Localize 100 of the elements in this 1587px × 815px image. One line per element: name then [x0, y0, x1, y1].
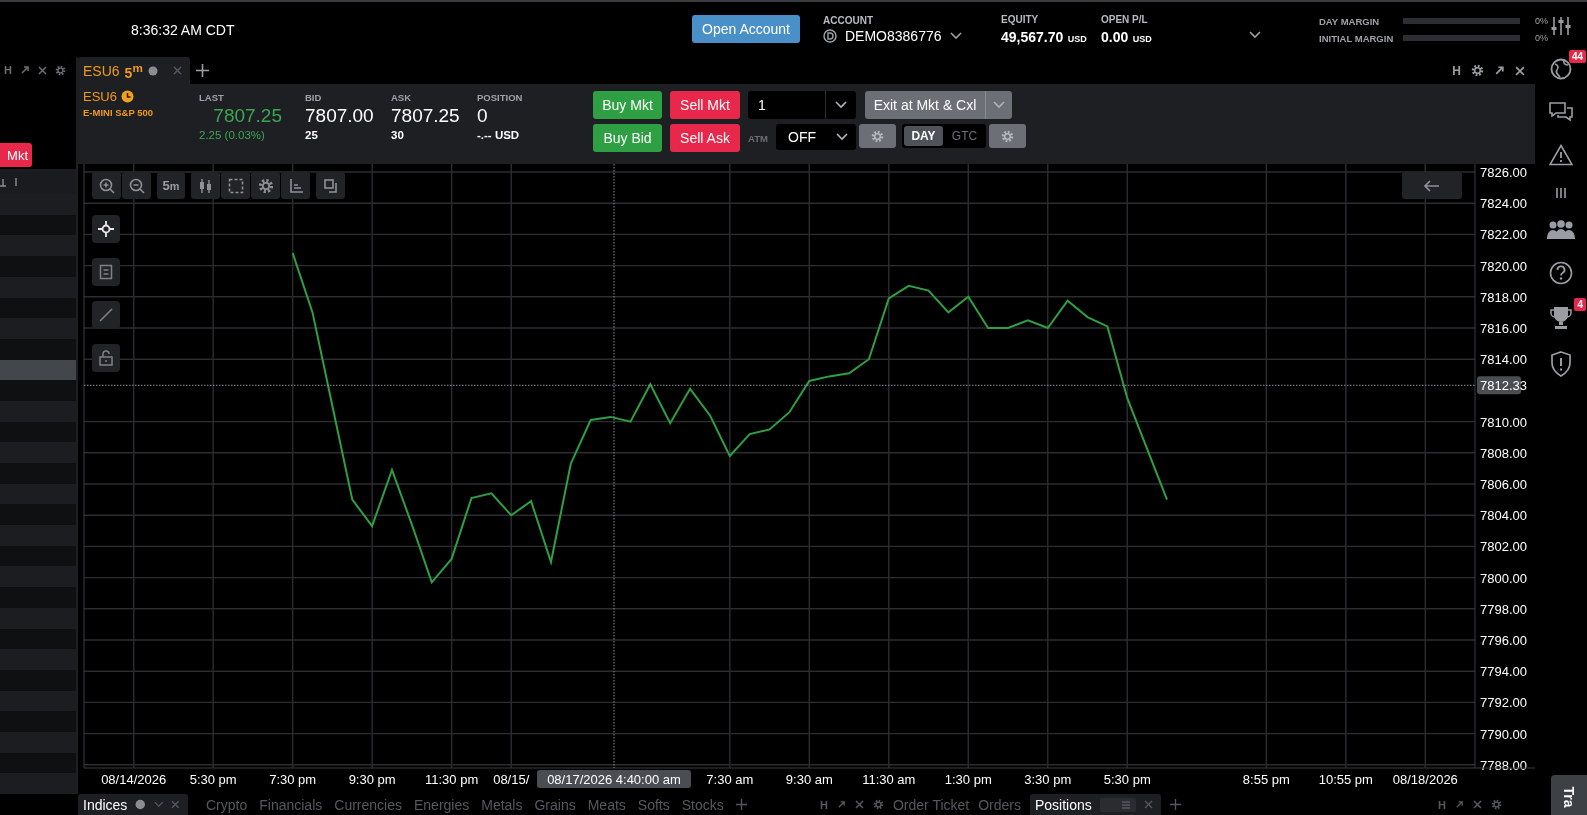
category-tab[interactable]: Meats	[587, 794, 626, 815]
sliders-icon[interactable]	[1550, 15, 1572, 37]
order-button[interactable]: Buy Mkt	[593, 91, 662, 119]
price-axis-label: 7822.00	[1480, 227, 1527, 243]
unlock-icon[interactable]	[92, 344, 120, 372]
quote-subvalue: 30	[391, 129, 405, 141]
notification-badge: 44	[1568, 50, 1586, 63]
bars-icon[interactable]	[1555, 187, 1567, 199]
currency-label: USD	[1132, 33, 1152, 44]
clock-time: 8:36:32 AM CDT	[130, 21, 236, 38]
chevron-down-icon[interactable]	[836, 133, 848, 141]
axis-icon[interactable]	[281, 172, 310, 199]
price-axis-label: 7802.00	[1480, 539, 1527, 555]
settings-icon[interactable]	[54, 64, 66, 76]
zoom-out-icon[interactable]	[122, 172, 151, 199]
shield-alert-icon[interactable]	[1550, 351, 1572, 377]
globe-icon[interactable]	[1550, 58, 1572, 80]
price-axis-label: 7800.00	[1480, 570, 1527, 586]
price-axis-label: 7808.00	[1480, 445, 1527, 461]
chat-icon[interactable]	[1549, 101, 1573, 123]
list-toggle-icon[interactable]	[1099, 797, 1136, 812]
hotkey-label[interactable]: H	[1438, 798, 1446, 811]
add-tab-icon[interactable]	[196, 64, 209, 77]
zoom-in-icon[interactable]	[92, 172, 121, 199]
chevron-down-icon[interactable]	[835, 101, 847, 109]
time-axis-label: 7:30 am	[706, 772, 754, 787]
price-axis-label: 7792.00	[1480, 695, 1527, 711]
exit-button[interactable]: Exit at Mkt & Cxl	[865, 91, 985, 119]
settings-button[interactable]	[989, 124, 1026, 148]
crosshair-icon[interactable]	[92, 215, 120, 243]
settings-icon[interactable]	[251, 172, 280, 199]
settings-button[interactable]	[859, 124, 896, 148]
group-icon[interactable]	[1547, 220, 1575, 240]
quantity-field[interactable]: 1	[748, 91, 856, 119]
margin-percent: 0%	[1534, 16, 1548, 26]
panel-tab[interactable]: Positions	[1030, 794, 1161, 815]
price-axis-label: 7804.00	[1480, 508, 1527, 524]
close-icon[interactable]	[37, 65, 47, 75]
quote-subvalue: 25	[305, 129, 319, 141]
atm-label: ATM	[748, 132, 769, 144]
help-icon[interactable]	[1549, 261, 1573, 285]
chevron-down-icon[interactable]	[949, 32, 962, 40]
trophy-icon[interactable]	[1550, 306, 1572, 330]
time-axis-label: 08/14/2026	[101, 772, 167, 787]
category-tab[interactable]: Grains	[534, 794, 576, 815]
quote-label: ASK	[391, 92, 413, 103]
price-axis-label: 7794.00	[1480, 664, 1527, 680]
category-tab[interactable]: Metals	[481, 794, 523, 815]
category-tab[interactable]: Financials	[259, 794, 323, 815]
atm-dropdown[interactable]: OFF	[776, 124, 856, 150]
category-tab[interactable]: Stocks	[681, 794, 724, 815]
order-button[interactable]: Buy Bid	[593, 124, 662, 152]
settings-icon[interactable]	[1471, 64, 1484, 77]
document-icon[interactable]	[92, 258, 120, 286]
open-account-button[interactable]: Open Account	[692, 14, 800, 43]
order-button[interactable]: Sell Mkt	[670, 91, 740, 119]
chart-tab[interactable]: ESU6 5$^{m}$	[78, 57, 190, 84]
candlestick-icon[interactable]	[191, 172, 220, 199]
selection-icon[interactable]	[221, 172, 250, 199]
warning-icon[interactable]	[1549, 144, 1573, 166]
status-dot-icon	[147, 65, 158, 76]
price-axis-label: 7820.00	[1480, 258, 1527, 274]
side-tab[interactable]: Tra	[1551, 775, 1587, 815]
quote-label: BID	[305, 92, 323, 103]
chevron-down-icon[interactable]	[1249, 30, 1261, 39]
order-button[interactable]: Sell Ask	[670, 124, 740, 152]
panel-tab[interactable]: Orders	[978, 794, 1021, 815]
price-axis-label: 7796.00	[1480, 633, 1527, 648]
category-tab[interactable]: Energies	[413, 794, 470, 815]
quote-label: POSITION	[477, 92, 524, 103]
dropdown-button[interactable]	[985, 91, 1012, 119]
back-arrow-button[interactable]	[1402, 172, 1462, 199]
hotkey-label[interactable]: H	[820, 798, 828, 811]
time-in-force-toggle[interactable]: GTC	[945, 126, 984, 146]
quote-label: LAST	[199, 92, 225, 103]
time-axis-label: 5:30 pm	[189, 772, 237, 787]
margin-percent: 0%	[1534, 33, 1548, 43]
close-icon[interactable]	[1515, 65, 1525, 76]
demo-icon	[823, 29, 837, 43]
market-button[interactable]: Mkt	[0, 143, 32, 168]
equity-label: EQUITY	[1001, 13, 1040, 25]
list-row[interactable]	[0, 359, 76, 381]
account-id: DEMO8386776	[845, 28, 942, 44]
popout-icon[interactable]	[19, 65, 30, 76]
hotkey-label[interactable]: H	[4, 64, 12, 77]
category-tab[interactable]: Crypto	[206, 794, 248, 815]
time-in-force-toggle[interactable]: DAY	[904, 126, 943, 146]
popout-icon[interactable]	[1494, 65, 1505, 76]
arrow-left-icon[interactable]	[1424, 179, 1440, 192]
price-axis-label: 7818.00	[1480, 289, 1527, 305]
layers-icon[interactable]	[316, 172, 345, 199]
hotkey-label[interactable]: H	[1452, 63, 1461, 78]
category-tab[interactable]: Currencies	[334, 794, 402, 815]
quote-value: 7807.25	[391, 105, 461, 127]
time-axis-label: 1:30 pm	[944, 772, 992, 787]
instrument-symbol: ESU6	[83, 89, 117, 104]
currency-label: USD	[1067, 33, 1087, 44]
panel-tab[interactable]: Order Ticket	[892, 794, 970, 815]
category-tab[interactable]: Softs	[637, 794, 670, 815]
line-tool-icon[interactable]	[92, 301, 120, 329]
